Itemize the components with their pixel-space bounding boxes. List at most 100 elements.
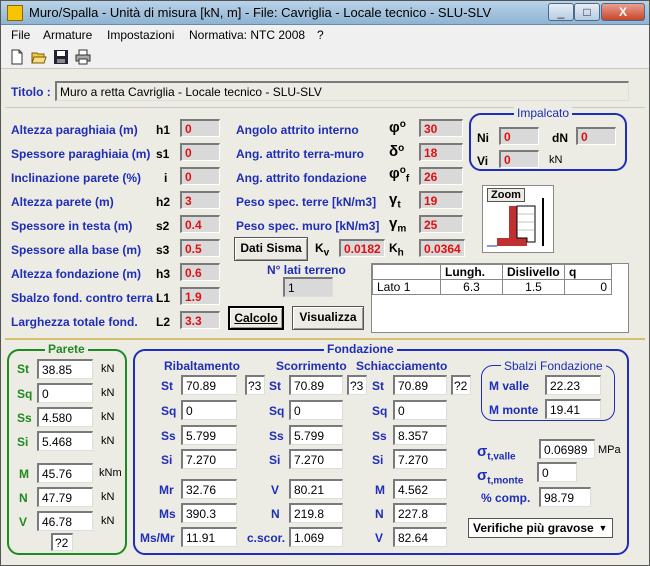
- sch-value-st: 70.89: [393, 375, 447, 395]
- soil-label-phif: Ang. attrito fondazione: [236, 171, 367, 185]
- menu-impostazioni[interactable]: Impostazioni: [107, 28, 174, 42]
- parete-value-si: 5.468: [37, 431, 93, 451]
- geom-input-l1[interactable]: 1.9: [180, 287, 220, 305]
- sco-flag-st: ?3: [347, 375, 367, 395]
- sco-value-ss: 5.799: [289, 425, 343, 445]
- parete-value-ss: 4.580: [37, 407, 93, 427]
- soil-input-phif[interactable]: 26: [419, 167, 463, 185]
- lati-header-q: q: [564, 264, 612, 280]
- sco-label-n: N: [271, 507, 280, 521]
- kv-value: 0.0182: [339, 239, 385, 257]
- delta-sup: o: [398, 143, 405, 154]
- titolo-input[interactable]: Muro a retta Cavriglia - Locale tecnico …: [55, 81, 629, 101]
- geom-input-h3[interactable]: 0.6: [180, 263, 220, 281]
- window-title: Muro/Spalla - Unità di misura [kN, m] - …: [29, 5, 492, 20]
- sco-label-si: Si: [269, 453, 281, 467]
- parete-unit-ss: kN: [101, 411, 115, 423]
- visualizza-button[interactable]: Visualizza: [292, 306, 364, 330]
- schiacciamento-title: Schiacciamento: [356, 359, 448, 373]
- soil-input-gammam[interactable]: 25: [419, 215, 463, 233]
- app-window: Muro/Spalla - Unità di misura [kN, m] - …: [0, 0, 650, 566]
- new-icon[interactable]: [9, 49, 25, 65]
- geom-input-h1[interactable]: 0: [180, 119, 220, 137]
- sch-label-v: V: [375, 531, 384, 545]
- kv-label: K: [315, 241, 324, 255]
- lati-table: Lungh. Dislivello q Lato 1 6.3 1.5 0: [371, 263, 629, 333]
- geom-sym-h3: h3: [156, 267, 171, 281]
- soil-label-delta: Ang. attrito terra-muro: [236, 147, 365, 161]
- parete-label-sq: Sq: [17, 387, 33, 401]
- menu-bar: File Armature Impostazioni Normativa: NT…: [1, 25, 649, 45]
- close-button[interactable]: X: [601, 3, 645, 21]
- dn-label: dN: [552, 131, 568, 145]
- lati-row-dislivello[interactable]: 1.5: [502, 279, 565, 295]
- titolo-label: Titolo :: [11, 85, 51, 99]
- dn-input[interactable]: 0: [576, 127, 616, 145]
- dati-sisma-button[interactable]: Dati Sisma: [234, 237, 308, 261]
- rib-value-st: 70.89: [181, 375, 237, 395]
- title-bar[interactable]: Muro/Spalla - Unità di misura [kN, m] - …: [1, 1, 649, 25]
- parete-label-n: N: [19, 491, 28, 505]
- soil-label-gammam: Peso spec. muro [kN/m3]: [236, 219, 380, 233]
- geom-input-h2[interactable]: 3: [180, 191, 220, 209]
- sch-label-sq: Sq: [372, 404, 388, 418]
- sco-value-v: 80.21: [289, 479, 343, 499]
- parete-unit-si: kN: [101, 435, 115, 447]
- menu-armature[interactable]: Armature: [43, 28, 92, 42]
- menu-normativa[interactable]: Normativa: NTC 2008: [189, 28, 305, 42]
- parete-label-st: St: [17, 362, 29, 376]
- sch-label-ss: Ss: [372, 429, 387, 443]
- parete-label-si: Si: [17, 435, 29, 449]
- vi-input[interactable]: 0: [499, 150, 539, 168]
- geom-input-s1[interactable]: 0: [180, 143, 220, 161]
- geom-sym-l2: L2: [156, 315, 171, 329]
- verifiche-select[interactable]: Verifiche più gravose ▼: [468, 518, 613, 538]
- zoom-button[interactable]: Zoom: [487, 188, 525, 202]
- geom-input-s3[interactable]: 0.5: [180, 239, 220, 257]
- lati-row-lungh[interactable]: 6.3: [440, 279, 503, 295]
- geom-sym-i: i: [164, 171, 168, 185]
- lati-header-lungh: Lungh.: [440, 264, 503, 280]
- scorrimento-title: Scorrimento: [276, 359, 347, 373]
- parete-label-m: M: [19, 467, 29, 481]
- geom-input-i[interactable]: 0: [180, 167, 220, 185]
- parete-value-st: 38.85: [37, 359, 93, 379]
- lati-row-q[interactable]: 0: [564, 279, 612, 295]
- lati-row-name[interactable]: Lato 1: [372, 279, 441, 295]
- wall-preview[interactable]: Zoom: [482, 185, 554, 253]
- kh-value: 0.0364: [419, 239, 465, 257]
- rib-label-msmr: Ms/Mr: [140, 531, 175, 545]
- geom-sym-h2: h2: [156, 195, 171, 209]
- fondazione-title: Fondazione: [324, 342, 397, 356]
- soil-input-gammat[interactable]: 19: [419, 191, 463, 209]
- parete-value-m: 45.76: [37, 463, 93, 483]
- gammat-sub: t: [397, 199, 401, 211]
- soil-input-delta[interactable]: 18: [419, 143, 463, 161]
- delta-symbol: δ: [389, 143, 399, 160]
- print-icon[interactable]: [75, 49, 91, 65]
- geom-input-l2[interactable]: 3.3: [180, 311, 220, 329]
- geom-label-l1: Sbalzo fond. contro terra: [11, 291, 154, 305]
- geom-sym-s3: s3: [156, 243, 170, 257]
- menu-help[interactable]: ?: [317, 28, 324, 42]
- menu-file[interactable]: File: [11, 28, 30, 42]
- calcolo-button[interactable]: Calcolo: [228, 306, 284, 330]
- open-icon[interactable]: [31, 49, 47, 65]
- soil-input-phi[interactable]: 30: [419, 119, 463, 137]
- minimize-button[interactable]: _: [548, 3, 574, 21]
- gammam-sub: m: [397, 223, 407, 235]
- geom-input-s2[interactable]: 0.4: [180, 215, 220, 233]
- ribaltamento-title: Ribaltamento: [164, 359, 241, 373]
- geom-label-h2: Altezza parete (m): [11, 195, 114, 209]
- ni-input[interactable]: 0: [499, 127, 539, 145]
- lati-input[interactable]: 1: [283, 277, 333, 297]
- geom-label-h3: Altezza fondazione (m): [11, 267, 142, 281]
- geom-label-l2: Larghezza totale fond.: [11, 315, 138, 329]
- sch-value-si: 7.270: [393, 449, 447, 469]
- chevron-down-icon[interactable]: ▼: [596, 521, 610, 535]
- save-icon[interactable]: [53, 49, 69, 65]
- rib-value-sq: 0: [181, 400, 237, 420]
- geom-sym-l1: L1: [156, 291, 171, 305]
- maximize-button[interactable]: □: [574, 3, 600, 21]
- rib-label-st: St: [161, 379, 173, 393]
